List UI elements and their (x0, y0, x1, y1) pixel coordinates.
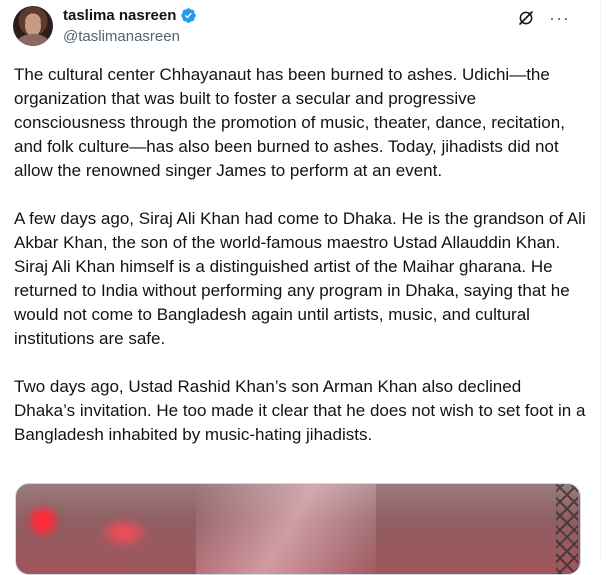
verified-badge-icon (181, 8, 197, 23)
tweet-paragraph: The cultural center Chhayanaut has been … (14, 65, 565, 180)
tweet-paragraph: A few days ago, Siraj Ali Khan had come … (14, 209, 586, 348)
tweet-paragraph: Two days ago, Ustad Rashid Khan’s son Ar… (14, 377, 586, 444)
avatar-shirt (17, 34, 49, 46)
avatar[interactable] (13, 6, 53, 46)
tweet-card: taslima nasreen @taslimanasreen ··· The … (0, 0, 601, 575)
author-display-name[interactable]: taslima nasreen (63, 7, 176, 24)
stage-light (30, 508, 56, 534)
light-beam (196, 484, 376, 574)
tweet-actions: ··· (517, 9, 570, 27)
author-name-row: taslima nasreen (63, 7, 197, 24)
grok-icon[interactable] (517, 9, 535, 27)
tweet-text: The cultural center Chhayanaut has been … (14, 63, 586, 471)
stage-truss (556, 484, 578, 574)
stage-light (106, 524, 142, 542)
more-icon[interactable]: ··· (549, 9, 570, 27)
tweet-media-video[interactable] (15, 483, 581, 575)
author-handle[interactable]: @taslimanasreen (63, 28, 180, 45)
avatar-face (25, 16, 41, 36)
